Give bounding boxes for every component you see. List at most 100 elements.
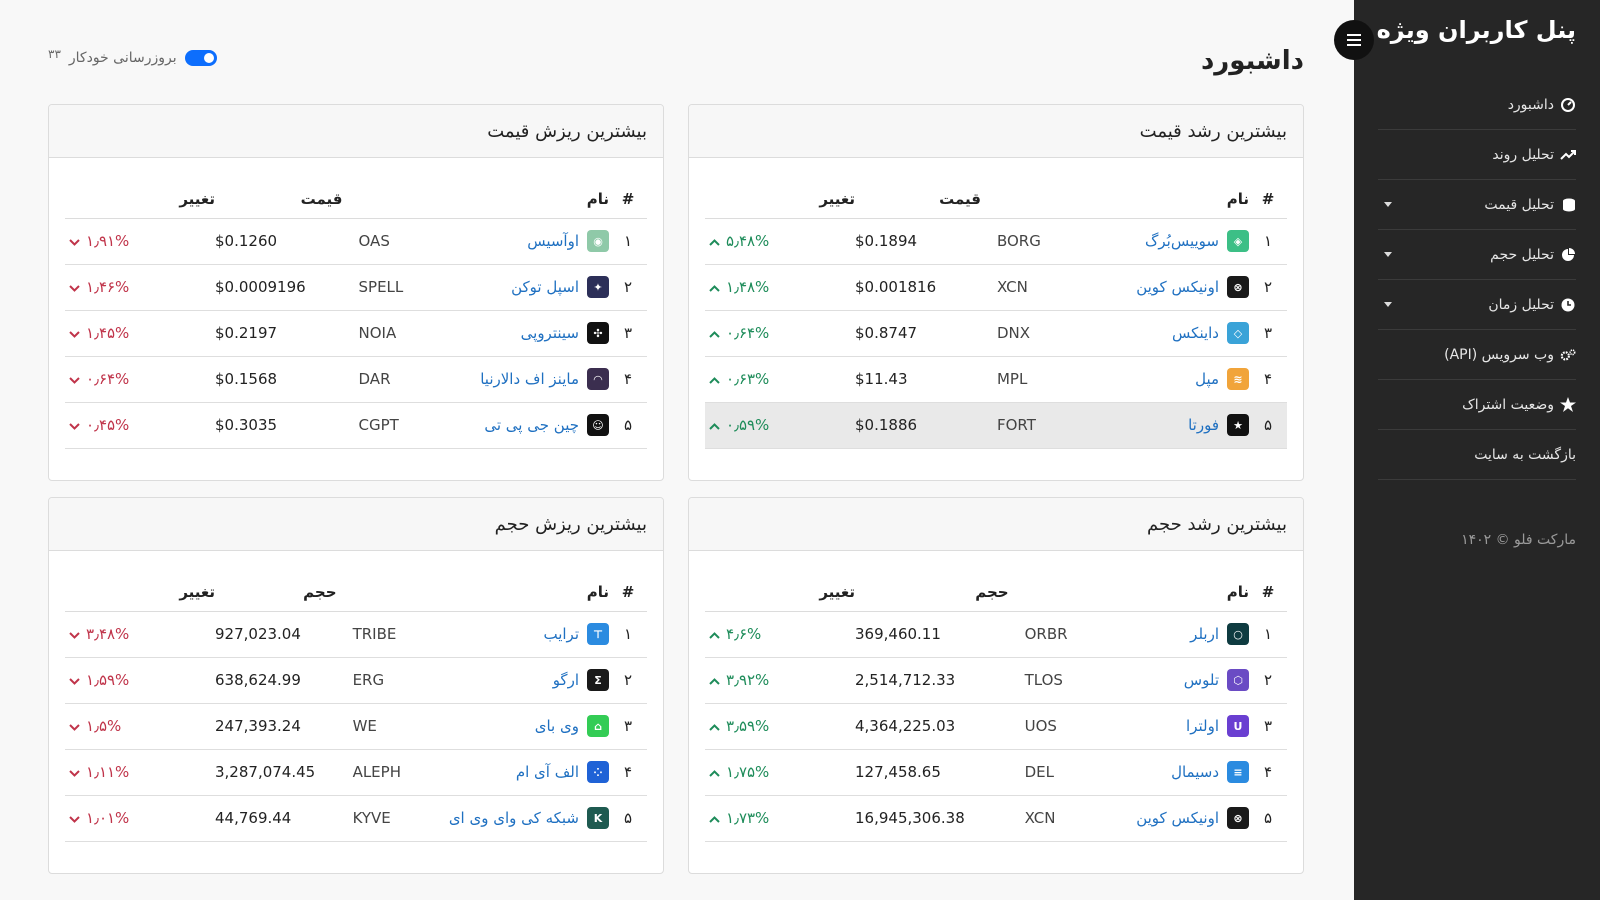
coin-name-link[interactable]: اربلر	[1190, 625, 1219, 643]
auto-refresh-toggle[interactable]	[184, 50, 217, 66]
change-cell: ۰٫۴۵%	[65, 402, 215, 449]
dashboard-icon	[1560, 97, 1576, 113]
sidebar-item-label: وب سرویس (API)	[1444, 346, 1554, 363]
column-header-value: قیمت	[855, 174, 981, 219]
table-row[interactable]: ۲ ⊗ اونیکس کوین XCN $0.001816 ۱٫۴۸%	[705, 264, 1287, 311]
coin-name-link[interactable]: ارگو	[553, 671, 579, 689]
chevron-down-icon	[69, 720, 80, 735]
change-value: ۱٫۴۶%	[86, 278, 130, 296]
coin-name-link[interactable]: ترایب	[543, 625, 579, 643]
table-row[interactable]: ۱ ⊤ ترایب TRIBE 927,023.04 ۳٫۴۸%	[65, 611, 647, 658]
sidebar-item-content: داشبورد	[1508, 97, 1576, 113]
change-value: ۱٫۴۵%	[86, 324, 130, 342]
coin-value: $0.3035	[215, 402, 343, 449]
sidebar-item-2[interactable]: تحلیل قیمت	[1378, 180, 1576, 230]
coin-logo-icon: ○	[1227, 623, 1249, 645]
coin-name-wrap: ⊤ ترایب	[415, 623, 609, 645]
sidebar-item-content: وب سرویس (API)	[1444, 347, 1576, 363]
coin-value: $0.8747	[855, 310, 981, 357]
sidebar-item-6[interactable]: وضعیت اشتراک	[1378, 380, 1576, 430]
table-row[interactable]: ۱ ◈ سوییس‌بُرگ BORG $0.1894 ۵٫۴۸%	[705, 218, 1287, 265]
coin-name-wrap: ⊗ اونیکس کوین	[1091, 807, 1249, 829]
coin-logo-icon: K	[587, 807, 609, 829]
change-value: ۱٫۵%	[86, 717, 122, 735]
coin-value: $11.43	[855, 356, 981, 403]
sidebar-item-label: تحلیل حجم	[1490, 246, 1554, 263]
table-row[interactable]: ۲ ✦ اسپل توکن SPELL $0.0009196 ۱٫۴۶%	[65, 264, 647, 311]
row-index: ۳	[609, 703, 647, 750]
table-row[interactable]: ۲ ⬡ تلوس TLOS 2,514,712.33 ۳٫۹۲%	[705, 657, 1287, 704]
change-value: ۰٫۶۴%	[86, 370, 130, 388]
sidebar-item-5[interactable]: وب سرویس (API)	[1378, 330, 1576, 380]
coin-name-link[interactable]: ماینز اف دالارنیا	[480, 370, 579, 388]
coin-name-wrap: ⁘ الف آی ام	[415, 761, 609, 783]
coin-logo-icon: ⊗	[1227, 807, 1249, 829]
sidebar-item-1[interactable]: تحلیل روند	[1378, 130, 1576, 180]
change-value: ۰٫۶۴%	[726, 324, 770, 342]
coin-name-link[interactable]: دسیمال	[1171, 763, 1219, 781]
copyright: مارکت فلو © ۱۴۰۲	[1461, 532, 1576, 548]
table-header-row: # نام قیمت تغییر	[705, 174, 1287, 219]
table-row[interactable]: ۵ ☺ چین جی پی تی CGPT $0.3035 ۰٫۴۵%	[65, 402, 647, 449]
coin-name-link[interactable]: سینتروپی	[521, 324, 579, 342]
coin-name-link[interactable]: تلوس	[1184, 671, 1219, 689]
table-row[interactable]: ۴ ≋ مپل MPL $11.43 ۰٫۶۳%	[705, 356, 1287, 403]
chevron-up-icon	[709, 281, 720, 296]
table-row[interactable]: ۵ K شبکه کی وای وی ای KYVE 44,769.44 ۱٫۰۱%	[65, 795, 647, 842]
coin-name-link[interactable]: شبکه کی وای وی ای	[449, 809, 579, 827]
coin-name-link[interactable]: اونیکس کوین	[1136, 278, 1219, 296]
sidebar-toggle-button[interactable]	[1334, 20, 1374, 60]
sidebar-item-0[interactable]: داشبورد	[1378, 80, 1576, 130]
chevron-up-icon	[709, 327, 720, 342]
coin-symbol: TLOS	[1008, 657, 1092, 704]
coin-name-link[interactable]: اولترا	[1186, 717, 1219, 735]
coin-name-cell: ≡ دسیمال	[1091, 749, 1249, 796]
change-cell: ۳٫۵۹%	[705, 703, 855, 750]
coin-name-link[interactable]: اونیکس کوین	[1136, 809, 1219, 827]
coin-name-cell: ⊗ اونیکس کوین	[1073, 264, 1249, 311]
card-price-gainers: بیشترین رشد قیمت # نام قیمت تغییر ۱ ◈ سوییس‌بُر…	[688, 104, 1304, 481]
row-index: ۳	[609, 310, 647, 357]
table-row[interactable]: ۴ ≡ دسیمال DEL 127,458.65 ۱٫۷۵%	[705, 749, 1287, 796]
table-row[interactable]: ۵ ⊗ اونیکس کوین XCN 16,945,306.38 ۱٫۷۳%	[705, 795, 1287, 842]
main-content: داشبورد بروزرسانی خودکار ۳۳ بیشترین رشد …	[48, 0, 1304, 900]
card-title: بیشترین رشد قیمت	[689, 105, 1303, 158]
table-row[interactable]: ۴ ◠ ماینز اف دالارنیا DAR $0.1568 ۰٫۶۴%	[65, 356, 647, 403]
row-index: ۴	[1249, 749, 1287, 796]
table-row[interactable]: ۱ ◉ اوآسیس OAS $0.1260 ۱٫۹۱%	[65, 218, 647, 265]
coin-name-link[interactable]: الف آی ام	[516, 763, 579, 781]
sidebar-menu: داشبورد تحلیل روند تحلیل قیمت تحلیل حجم تحلی…	[1354, 80, 1600, 480]
coin-name-wrap: ⌂ وی بای	[415, 715, 609, 737]
column-header-change: تغییر	[65, 174, 215, 219]
coin-name-link[interactable]: چین جی پی تی	[484, 416, 579, 434]
page-title: داشبورد	[1200, 46, 1304, 76]
chevron-down-icon	[69, 766, 80, 781]
table-row[interactable]: ۲ Σ ارگو ERG 638,624.99 ۱٫۵۹%	[65, 657, 647, 704]
sidebar-item-3[interactable]: تحلیل حجم	[1378, 230, 1576, 280]
coin-name-link[interactable]: سوییس‌بُرگ	[1145, 232, 1219, 250]
table-row[interactable]: ۳ U اولترا UOS 4,364,225.03 ۳٫۵۹%	[705, 703, 1287, 750]
table-row[interactable]: ۴ ⁘ الف آی ام ALEPH 3,287,074.45 ۱٫۱۱%	[65, 749, 647, 796]
coin-logo-icon: ⬡	[1227, 669, 1249, 691]
sidebar-item-4[interactable]: تحلیل زمان	[1378, 280, 1576, 330]
sidebar-item-7[interactable]: بازگشت به سایت	[1378, 430, 1576, 480]
change-value: ۱٫۰۱%	[86, 809, 130, 827]
coin-name-link[interactable]: داینکس	[1172, 324, 1219, 342]
coin-value: $0.1568	[215, 356, 343, 403]
table-row[interactable]: ۳ ⌂ وی بای WE 247,393.24 ۱٫۵%	[65, 703, 647, 750]
column-header-value: حجم	[215, 567, 337, 612]
coin-value: 927,023.04	[215, 611, 337, 658]
column-header-idx: #	[1249, 174, 1287, 219]
coin-name-link[interactable]: فورتا	[1188, 416, 1219, 434]
column-header-name: نام	[1091, 567, 1249, 612]
coin-name-cell: ⌂ وی بای	[414, 703, 609, 750]
coin-name-link[interactable]: وی بای	[535, 717, 579, 735]
coin-name-link[interactable]: اسپل توکن	[511, 278, 579, 296]
trend-icon	[1560, 147, 1576, 163]
table-row[interactable]: ۳ ◇ داینکس DNX $0.8747 ۰٫۶۴%	[705, 310, 1287, 357]
table-row[interactable]: ۱ ○ اربلر ORBR 369,460.11 ۴٫۶%	[705, 611, 1287, 658]
coin-name-link[interactable]: مپل	[1195, 370, 1219, 388]
coin-name-link[interactable]: اوآسیس	[527, 232, 579, 250]
table-row[interactable]: ۵ ★ فورتا FORT $0.1886 ۰٫۵۹%	[705, 402, 1287, 449]
table-row[interactable]: ۳ ✣ سینتروپی NOIA $0.2197 ۱٫۴۵%	[65, 310, 647, 357]
